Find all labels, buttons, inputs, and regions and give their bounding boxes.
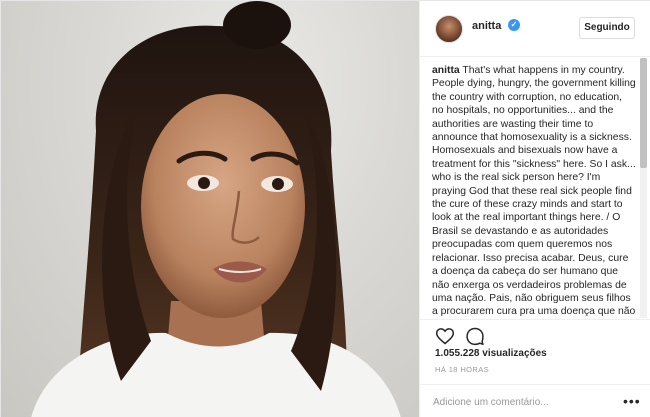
post-actions [420,319,650,349]
username-link[interactable]: anitta [472,20,501,32]
caption: anitta That's what happens in my country… [432,64,636,318]
post-header: anitta ✓ Seguindo [420,1,650,57]
caption-username[interactable]: anitta [432,65,460,76]
video-frame-illustration [31,1,401,417]
post-video[interactable] [1,1,419,417]
avatar[interactable] [435,15,463,43]
comment-bar: ••• [420,384,650,417]
more-options-icon[interactable]: ••• [623,394,641,408]
comment-input[interactable] [433,393,603,411]
verified-badge-icon: ✓ [508,19,520,31]
post-sidebar: anitta ✓ Seguindo anitta That's what hap… [419,1,650,417]
caption-area[interactable]: anitta That's what happens in my country… [420,58,650,318]
post-timestamp[interactable]: HÁ 18 HORAS [435,365,489,374]
view-count[interactable]: 1.055.228 visualizações [435,348,547,359]
heart-icon[interactable] [435,326,455,346]
instagram-post: anitta ✓ Seguindo anitta That's what hap… [0,0,650,417]
scrollbar-thumb[interactable] [640,58,647,168]
comment-icon[interactable] [465,326,485,346]
following-button[interactable]: Seguindo [579,17,635,39]
caption-scrollbar[interactable] [640,58,647,318]
caption-text: That's what happens in my country. Peopl… [432,65,636,318]
